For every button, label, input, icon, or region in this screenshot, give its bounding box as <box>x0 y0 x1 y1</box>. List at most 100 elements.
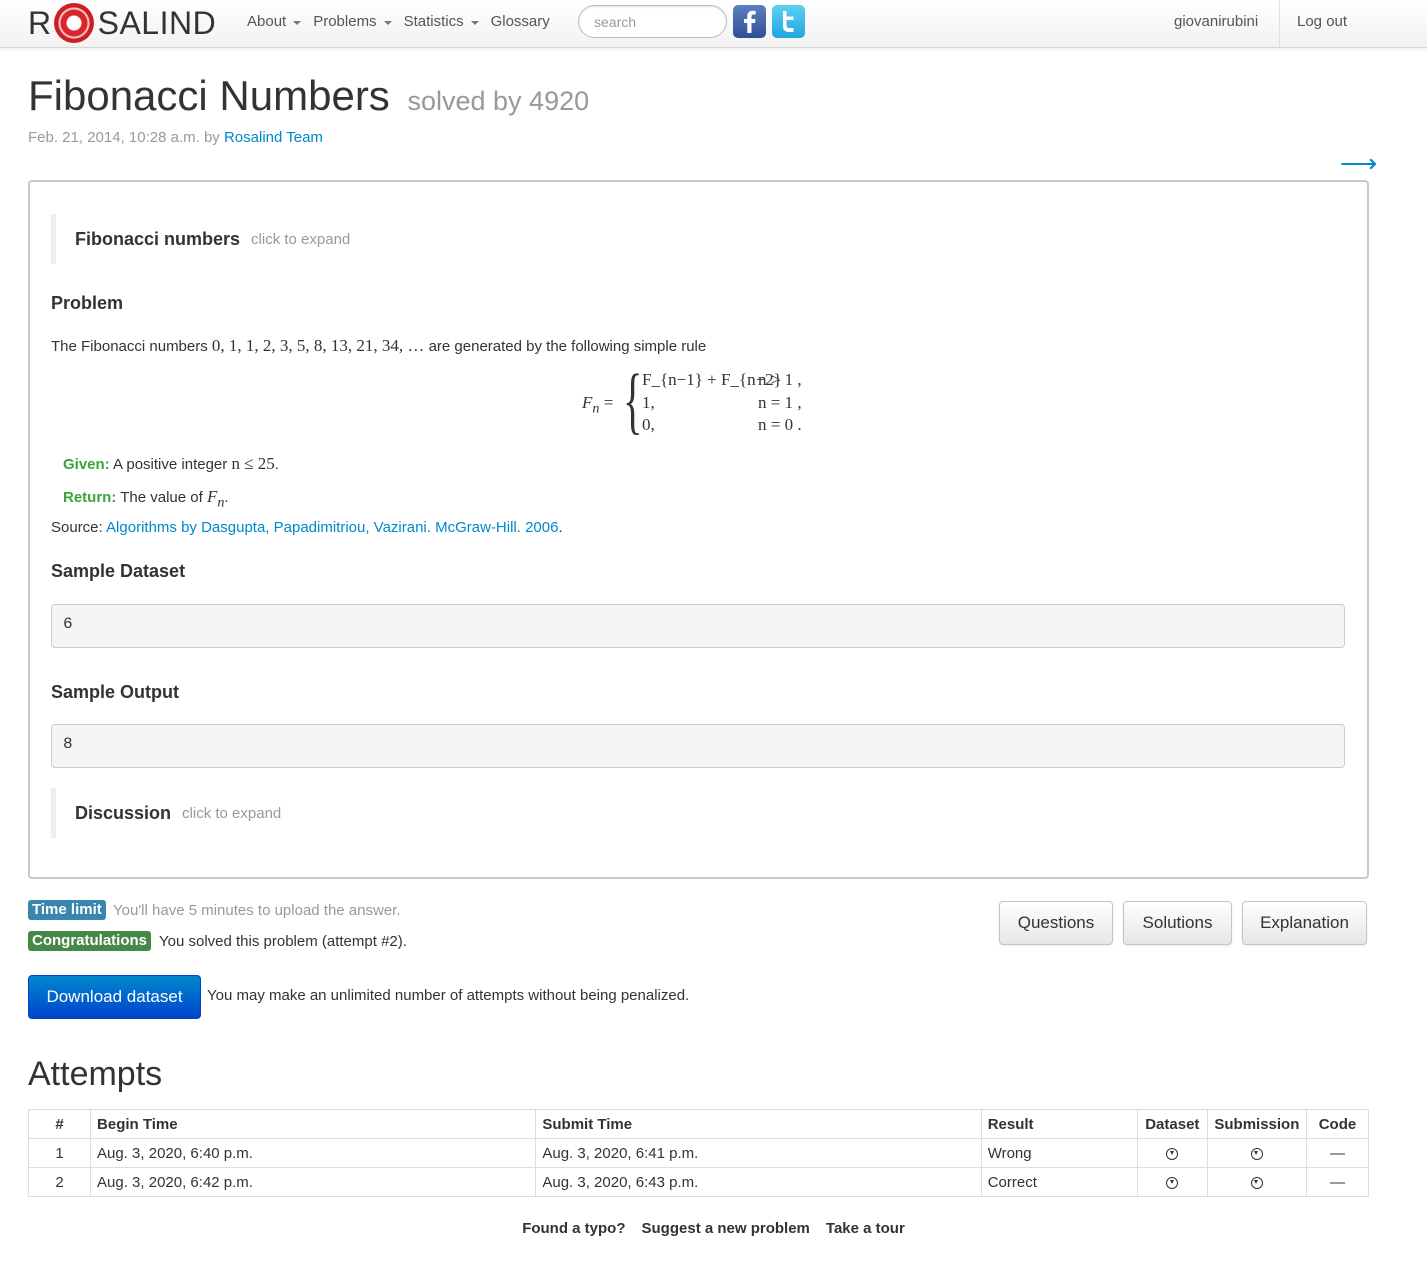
download-dataset-button[interactable]: Download dataset <box>28 975 201 1019</box>
begin-time: Aug. 3, 2020, 6:40 p.m. <box>90 1138 537 1168</box>
discussion-title: Discussion <box>75 802 172 823</box>
expand-hint: click to expand <box>251 230 351 248</box>
code-cell: — <box>1305 1167 1370 1197</box>
logo-letter-r: R <box>28 4 52 41</box>
given-text: A positive integer <box>109 456 232 473</box>
download-icon[interactable] <box>1166 1176 1179 1189</box>
code-cell: — <box>1305 1138 1370 1168</box>
author-link[interactable]: Rosalind Team <box>224 129 323 146</box>
col-dataset: Dataset <box>1136 1109 1208 1139</box>
congratulations-badge: Congratulations <box>28 931 151 951</box>
sample-dataset-heading: Sample Dataset <box>51 561 186 581</box>
return-label: Return: <box>63 489 117 506</box>
result: Wrong <box>980 1138 1138 1168</box>
twitter-icon[interactable] <box>772 5 805 38</box>
attempts-heading: Attempts <box>28 1055 163 1093</box>
return-math: Fn <box>206 487 225 511</box>
nav-menu: About Problems Statistics Glossary <box>247 13 562 30</box>
given-math: n ≤ 25 <box>231 454 275 473</box>
download-icon[interactable] <box>1250 1176 1263 1189</box>
caret-down-icon <box>470 20 479 25</box>
problem-container: Fibonacci numbers click to expand Proble… <box>28 180 1369 879</box>
given-line: Given: A positive integer n ≤ 25. <box>63 454 279 473</box>
source-label: Source: <box>51 519 107 536</box>
next-problem-arrow-icon[interactable]: ⟶ <box>1340 148 1377 179</box>
caret-down-icon <box>383 20 392 25</box>
solutions-button[interactable]: Solutions <box>1123 901 1232 945</box>
col-submission: Submission <box>1206 1109 1307 1139</box>
case-3-value: 0, <box>642 415 655 434</box>
statement-after: are generated by the following simple ru… <box>424 338 707 355</box>
begin-time: Aug. 3, 2020, 6:42 p.m. <box>90 1167 537 1197</box>
intro-collapse[interactable]: Fibonacci numbers click to expand <box>51 214 350 264</box>
caret-down-icon <box>293 20 302 25</box>
suggest-problem-link[interactable]: Suggest a new problem <box>642 1220 810 1237</box>
attempts-table: # Begin Time Submit Time Result Dataset … <box>27 1109 1370 1197</box>
nav-problems[interactable]: Problems <box>313 13 392 30</box>
explanation-button[interactable]: Explanation <box>1242 901 1367 945</box>
questions-button[interactable]: Questions <box>999 901 1113 945</box>
download-icon[interactable] <box>1166 1147 1179 1160</box>
attempt-number: 2 <box>27 1167 92 1197</box>
discussion-collapse[interactable]: Discussion click to expand <box>51 788 281 838</box>
problem-meta: Feb. 21, 2014, 10:28 a.m. by Rosalind Te… <box>28 129 323 146</box>
dataset-cell <box>1136 1138 1208 1168</box>
expand-hint: click to expand <box>182 804 282 822</box>
sample-output-box: 8 <box>51 724 1345 768</box>
page-title: Fibonacci Numbers solved by 4920 <box>28 72 589 120</box>
return-line: Return: The value of Fn. <box>63 487 229 511</box>
facebook-icon[interactable] <box>733 5 766 38</box>
case-1-condition: n > 1 , <box>758 370 802 389</box>
left-brace: { <box>623 360 643 442</box>
nav-about[interactable]: About <box>247 13 302 30</box>
logo-wordmark: SALIND <box>97 4 217 41</box>
sample-dataset-box: 6 <box>51 604 1345 648</box>
dataset-cell <box>1136 1167 1208 1197</box>
user-profile-link[interactable]: giovanirubini <box>1174 13 1258 30</box>
rosalind-logo[interactable]: R SALIND <box>28 3 217 43</box>
footer-links: Found a typo? Suggest a new problem Take… <box>0 1220 1427 1237</box>
nav-divider <box>1279 0 1280 48</box>
return-text: The value of <box>116 489 207 506</box>
given-label: Given: <box>63 456 110 473</box>
submission-cell <box>1206 1138 1307 1168</box>
source-line: Source: Algorithms by Dasgupta, Papadimi… <box>51 519 563 536</box>
solved-count: solved by 4920 <box>407 86 590 116</box>
col-number: # <box>27 1109 92 1139</box>
logout-link[interactable]: Log out <box>1297 13 1347 30</box>
problem-statement: The Fibonacci numbers 0, 1, 1, 2, 3, 5, … <box>51 336 706 356</box>
recurrence-formula: Fn = { F_{n−1} + F_{n−2} n > 1 , 1, n = … <box>582 364 832 440</box>
attempt-number: 1 <box>27 1138 92 1168</box>
sample-output-heading: Sample Output <box>51 682 180 702</box>
search-input[interactable] <box>578 5 727 38</box>
rose-logo-icon <box>53 3 94 43</box>
col-result: Result <box>980 1109 1138 1139</box>
found-typo-link[interactable]: Found a typo? <box>522 1220 625 1237</box>
col-begin-time: Begin Time <box>90 1109 537 1139</box>
result: Correct <box>980 1167 1138 1197</box>
time-limit-text: You'll have 5 minutes to upload the answ… <box>113 902 401 919</box>
fibonacci-sequence: 0, 1, 1, 2, 3, 5, 8, 13, 21, 34, … <box>211 336 425 355</box>
submit-time: Aug. 3, 2020, 6:43 p.m. <box>535 1167 982 1197</box>
download-icon[interactable] <box>1250 1147 1263 1160</box>
top-navbar: R SALIND About Problems Statistics Gloss… <box>0 0 1427 48</box>
source-link[interactable]: Algorithms by Dasgupta, Papadimitriou, V… <box>106 519 558 536</box>
intro-title: Fibonacci numbers <box>75 228 241 249</box>
nav-statistics-label: Statistics <box>403 13 464 30</box>
nav-glossary[interactable]: Glossary <box>491 13 550 30</box>
congratulations-text: You solved this problem (attempt #2). <box>159 933 407 950</box>
statement-before: The Fibonacci numbers <box>51 338 212 355</box>
take-tour-link[interactable]: Take a tour <box>826 1220 905 1237</box>
attempts-note: You may make an unlimited number of atte… <box>207 987 690 1004</box>
submission-cell <box>1206 1167 1307 1197</box>
time-limit-badge: Time limit <box>28 900 106 920</box>
table-row: 1 Aug. 3, 2020, 6:40 p.m. Aug. 3, 2020, … <box>27 1138 1370 1168</box>
facebook-glyph <box>744 10 756 34</box>
nav-statistics[interactable]: Statistics <box>404 13 479 30</box>
case-2-condition: n = 1 , <box>758 393 802 412</box>
table-header-row: # Begin Time Submit Time Result Dataset … <box>27 1109 1370 1139</box>
col-code: Code <box>1305 1109 1370 1139</box>
table-row: 2 Aug. 3, 2020, 6:42 p.m. Aug. 3, 2020, … <box>27 1167 1370 1197</box>
formula-lhs: Fn = <box>582 393 614 417</box>
twitter-glyph <box>783 11 794 32</box>
